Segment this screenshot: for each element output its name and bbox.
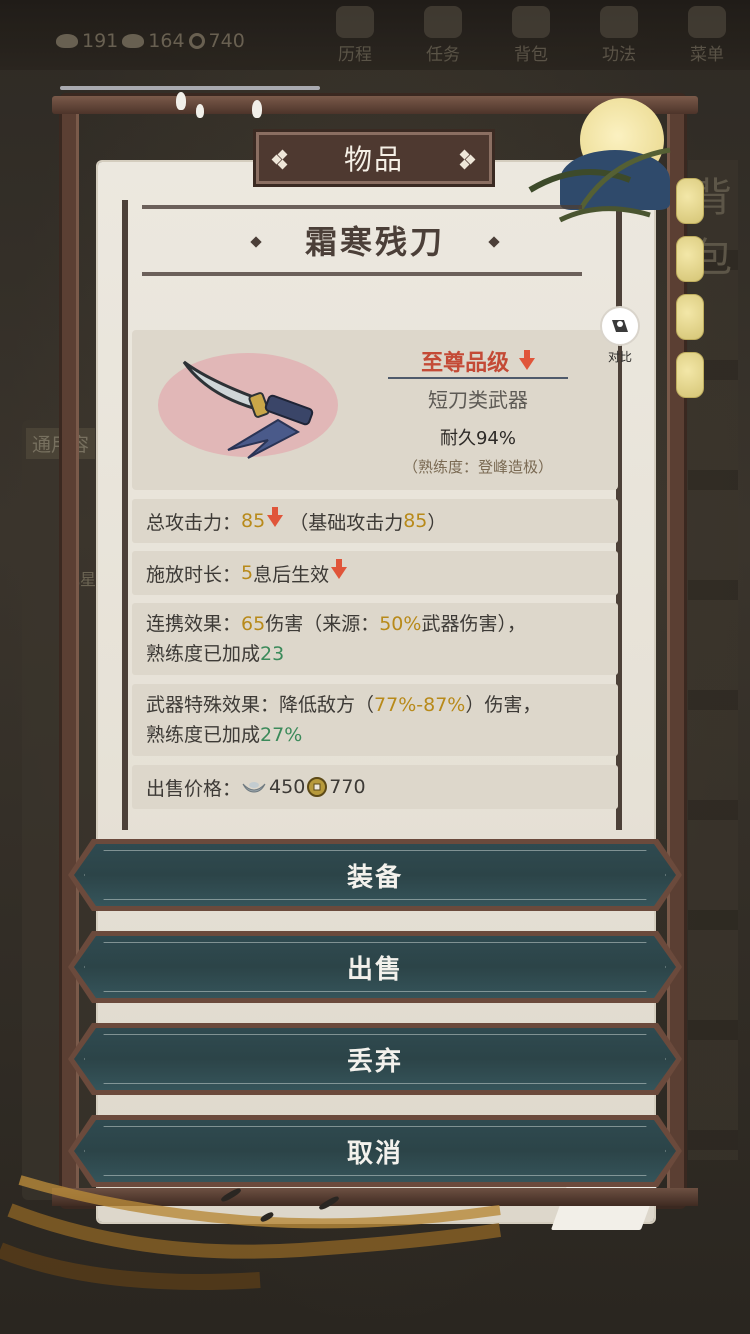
stat-label: 连携效果： xyxy=(146,613,242,635)
combo-line2: 熟练度已加成 xyxy=(146,643,261,665)
proficiency: （熟练度：登峰造极） xyxy=(402,458,553,476)
stat-sell-price: 出售价格： 450 770 xyxy=(132,765,618,809)
nav-bag[interactable]: 背包 xyxy=(498,6,564,65)
special-line-1: 武器特殊效果：降低敌方（ 77% - 87% ）伤害， xyxy=(146,690,604,720)
special-range-low: 77% xyxy=(374,694,417,716)
price-copper: 770 xyxy=(329,776,366,798)
weapon-type: 短刀类武器 xyxy=(428,388,528,412)
nav-label: 菜单 xyxy=(690,45,724,65)
perched-bird-icon xyxy=(196,104,204,118)
stat-label: 施放时长： xyxy=(146,563,242,586)
menu-fan-icon xyxy=(688,6,726,38)
stat-special: 武器特殊效果：降低敌方（ 77% - 87% ）伤害， 熟练度已加成 27% xyxy=(132,684,618,756)
combo-bonus: 23 xyxy=(260,643,285,665)
currency-display: 191 164 740 xyxy=(56,30,245,52)
combo-tail: 武器伤害）， xyxy=(421,613,526,635)
perched-bird-icon xyxy=(252,100,262,118)
lantern-icon xyxy=(676,236,704,282)
copper-coin-icon xyxy=(307,777,328,797)
dialog-title: 物品 xyxy=(343,143,404,176)
grade-rule xyxy=(388,377,568,379)
nav-label: 任务 xyxy=(426,45,460,65)
lantern-column xyxy=(676,178,706,410)
equip-button[interactable]: 装备 xyxy=(74,844,676,906)
stat-label: 总攻击力： xyxy=(146,511,242,534)
dialog-title-plaque: 物品 xyxy=(256,132,492,184)
cast-suffix: 息后生效 xyxy=(253,563,330,586)
down-arrow-icon xyxy=(267,507,284,527)
lantern-icon xyxy=(676,294,704,340)
base-attack-value: 85 xyxy=(403,510,428,532)
grade-label: 至尊品级 xyxy=(388,345,568,377)
copper-coin-icon xyxy=(188,33,205,49)
perched-bird-icon xyxy=(176,92,186,110)
item-name: 霜寒残刀 xyxy=(304,223,445,261)
top-nav: 历程 任务 背包 功法 菜单 xyxy=(322,6,740,65)
special-label: 武器特殊效果：降低敌方（ xyxy=(146,694,375,716)
nav-label: 背包 xyxy=(514,45,548,65)
lantern-icon xyxy=(676,352,704,398)
combo-value: 65 xyxy=(241,613,266,635)
silver-ingot-icon xyxy=(242,782,266,793)
diamond-ornament-icon xyxy=(271,149,291,170)
rope-decoration xyxy=(60,86,320,90)
compare-button[interactable]: 对比 xyxy=(597,306,643,366)
discard-button[interactable]: 丢弃 xyxy=(74,1028,676,1090)
attack-value: 85 xyxy=(241,510,266,532)
silver-amount-2: 164 xyxy=(148,30,185,52)
stat-label: 出售价格： xyxy=(146,777,242,800)
top-bar: 191 164 740 历程 任务 背包 功法 菜单 xyxy=(0,0,750,70)
silver-ingot-icon xyxy=(122,34,145,48)
combo-mid: 伤害（来源： xyxy=(265,613,380,635)
nav-label: 功法 xyxy=(602,45,636,65)
stat-cast-time: 施放时长： 5 息后生效 xyxy=(132,551,618,595)
nav-label: 历程 xyxy=(338,45,372,65)
grade-text: 至尊品级 xyxy=(421,351,510,376)
dagger-icon xyxy=(158,353,338,459)
copper-amount: 740 xyxy=(208,30,245,52)
compare-icon xyxy=(600,306,640,346)
down-arrow-icon xyxy=(331,559,348,579)
stat-attack: 总攻击力： 85 （基础攻击力 85 ） xyxy=(132,499,618,543)
diamond-ornament-icon xyxy=(457,149,476,170)
durability: 耐久94% xyxy=(439,428,516,449)
lantern-icon xyxy=(676,178,704,224)
combo-line-1: 连携效果： 65 伤害（来源： 50% 武器伤害）， xyxy=(146,609,604,639)
nav-task[interactable]: 任务 xyxy=(410,6,476,65)
special-dash: - xyxy=(416,694,424,716)
silver-ingot-icon xyxy=(56,34,78,48)
special-bonus: 27% xyxy=(260,724,303,746)
special-tail: ）伤害， xyxy=(465,694,542,716)
golden-swirl-decoration xyxy=(0,1175,502,1290)
special-range-high: 87% xyxy=(423,694,466,716)
title-rule-top xyxy=(142,205,582,209)
combo-percent: 50% xyxy=(379,613,422,635)
skills-icon xyxy=(600,6,638,38)
silver-amount: 191 xyxy=(82,30,119,52)
journey-icon xyxy=(336,6,374,38)
title-rule-bottom xyxy=(142,272,582,276)
stat-combo: 连携效果： 65 伤害（来源： 50% 武器伤害）， 熟练度已加成 23 xyxy=(132,603,618,675)
sell-button[interactable]: 出售 xyxy=(74,936,676,998)
cast-value: 5 xyxy=(241,562,254,584)
base-attack-suffix: ） xyxy=(427,511,447,534)
compare-label: 对比 xyxy=(607,350,632,364)
nav-skills[interactable]: 功法 xyxy=(586,6,652,65)
price-silver: 450 xyxy=(269,776,306,798)
nav-journey[interactable]: 历程 xyxy=(322,6,388,65)
bag-icon xyxy=(512,6,550,38)
task-icon xyxy=(424,6,462,38)
combo-line-2: 熟练度已加成 23 xyxy=(146,639,604,669)
base-attack-prefix: （基础攻击力 xyxy=(289,511,404,534)
down-arrow-icon xyxy=(518,350,535,370)
nav-menu[interactable]: 菜单 xyxy=(674,6,740,65)
special-line2: 熟练度已加成 xyxy=(146,724,261,746)
special-line-2: 熟练度已加成 27% xyxy=(146,720,604,750)
